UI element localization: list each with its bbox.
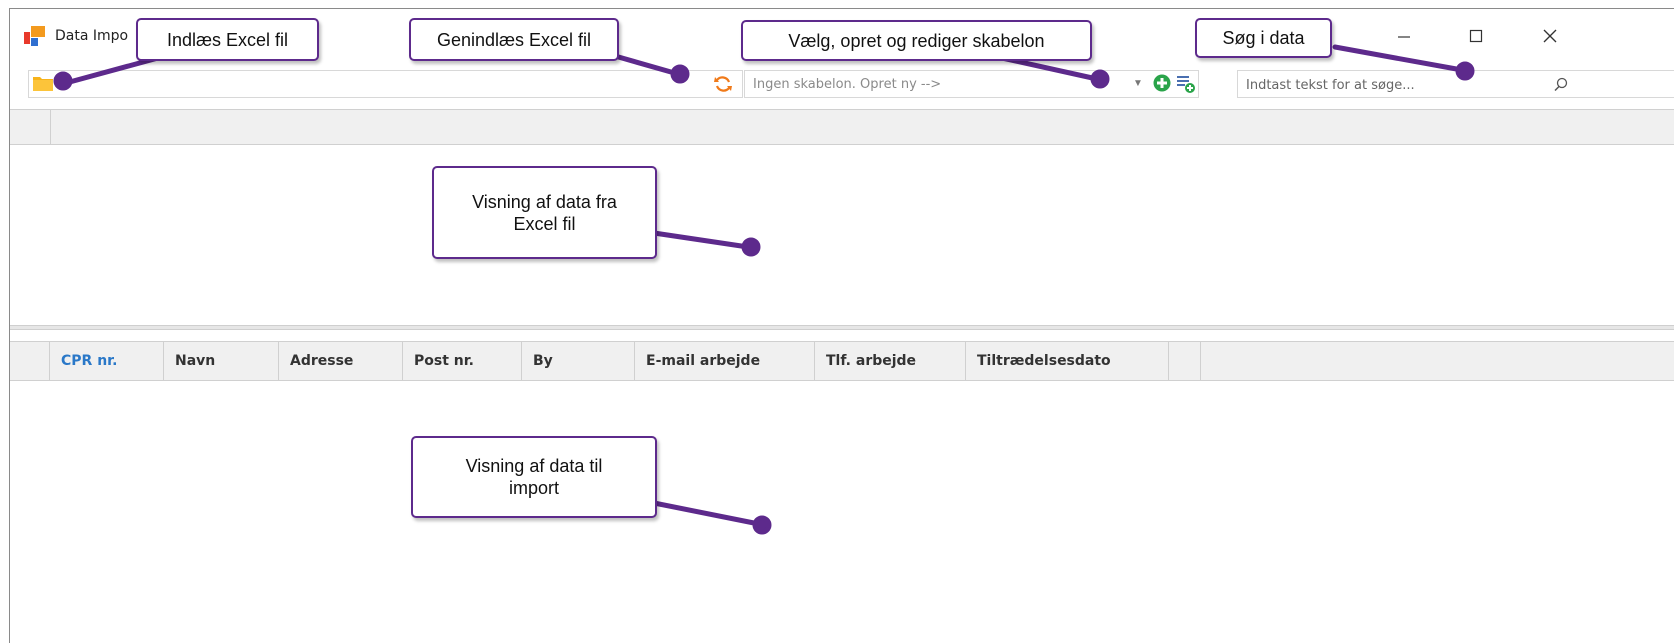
add-template-icon[interactable] (1153, 74, 1171, 92)
callout-load-excel-text: Indlæs Excel fil (166, 29, 289, 50)
import-grid-row-indicator (10, 342, 50, 380)
callout-reload-excel: Genindlæs Excel fil (409, 18, 619, 61)
open-folder-icon[interactable] (32, 74, 54, 92)
callout-excel-view: Visning af data fra Excel fil (432, 166, 657, 259)
callout-search-text: Søg i data (1222, 28, 1305, 48)
maximize-icon (1469, 29, 1483, 43)
minimize-button[interactable] (1384, 21, 1424, 51)
import-grid-header: CPR nr. Navn Adresse Post nr. By E-mail … (10, 341, 1674, 381)
file-path-field[interactable] (28, 70, 743, 98)
search-field[interactable] (1237, 70, 1674, 98)
callout-template: Vælg, opret og rediger skabelon (741, 20, 1092, 61)
toolbar: Ingen skabelon. Opret ny --> ▼ (10, 64, 1674, 104)
callout-import-view-line1: Visning af data til (465, 456, 603, 476)
close-button[interactable] (1530, 21, 1570, 51)
edit-template-icon[interactable] (1176, 74, 1196, 94)
callout-search: Søg i data (1195, 18, 1332, 58)
column-header-post-nr[interactable]: Post nr. (403, 342, 522, 380)
maximize-button[interactable] (1456, 21, 1496, 51)
callout-import-view: Visning af data til import (411, 436, 657, 518)
reload-icon[interactable] (713, 74, 733, 94)
column-header-by[interactable]: By (522, 342, 635, 380)
callout-reload-excel-text: Genindlæs Excel fil (436, 29, 592, 50)
callout-import-view-line2: import (508, 478, 559, 498)
import-data-grid[interactable] (10, 381, 1674, 644)
column-header-navn[interactable]: Navn (164, 342, 279, 380)
excel-data-grid[interactable] (10, 145, 1674, 325)
column-header-email[interactable]: E-mail arbejde (635, 342, 815, 380)
template-placeholder: Ingen skabelon. Opret ny --> (753, 77, 942, 92)
column-header-empty (1169, 342, 1201, 380)
callout-excel-view-line2: Excel fil (513, 213, 576, 234)
callout-template-text: Vælg, opret og rediger skabelon (788, 30, 1045, 51)
column-header-adresse[interactable]: Adresse (279, 342, 403, 380)
chevron-down-icon[interactable]: ▼ (1133, 78, 1143, 89)
data-import-window: Data Impo Ingen skabelon. Opret ny --> ▼ (9, 8, 1674, 644)
callout-excel-view-line1: Visning af data fra (472, 191, 617, 212)
window-title: Data Impo (55, 28, 129, 44)
app-logo-icon (24, 26, 45, 46)
template-select[interactable]: Ingen skabelon. Opret ny --> (744, 70, 1199, 98)
close-icon (1543, 29, 1557, 43)
excel-grid-row-indicator (10, 110, 51, 144)
column-header-tiltraedelsesdato[interactable]: Tiltrædelsesdato (966, 342, 1169, 380)
grid-splitter[interactable] (10, 325, 1674, 330)
minimize-icon (1398, 36, 1410, 38)
search-icon[interactable] (1554, 77, 1568, 91)
column-header-tlf[interactable]: Tlf. arbejde (815, 342, 966, 380)
search-input[interactable] (1244, 74, 1648, 96)
column-header-cpr[interactable]: CPR nr. (50, 342, 164, 380)
callout-load-excel: Indlæs Excel fil (136, 18, 319, 61)
excel-grid-header (10, 109, 1674, 145)
